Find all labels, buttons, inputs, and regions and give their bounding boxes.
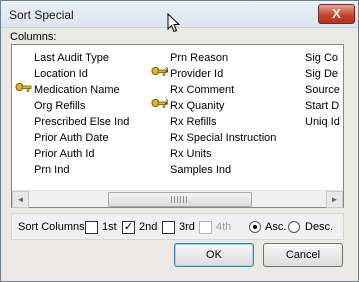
list-item[interactable]: Prior Auth Id: [34, 146, 129, 162]
horizontal-scrollbar[interactable]: ◄ ►: [12, 190, 343, 208]
asc-radio[interactable]: [249, 221, 261, 233]
list-item[interactable]: Sig Co: [305, 50, 340, 66]
sort-1st-checkbox[interactable]: [85, 221, 98, 234]
scroll-right-button[interactable]: ►: [326, 191, 343, 208]
window-title: Sort Special: [9, 8, 74, 22]
check-mark-icon: ✓: [123, 221, 134, 233]
key-icon: 2: [151, 99, 169, 108]
list-item[interactable]: Rx Quanity: [170, 98, 276, 114]
ok-button[interactable]: OK: [174, 243, 254, 267]
sort-1st-label: 1st: [102, 221, 117, 233]
list-item[interactable]: Provider Id: [170, 66, 276, 82]
list-item[interactable]: Samples Ind: [170, 162, 276, 178]
list-item[interactable]: Uniq Id: [305, 114, 340, 130]
key-icon: 3: [151, 67, 169, 76]
close-button[interactable]: X: [318, 4, 355, 24]
list-item[interactable]: Location Id: [34, 66, 129, 82]
list-item[interactable]: Medication Name: [34, 82, 129, 98]
sort-3rd-checkbox[interactable]: [162, 221, 175, 234]
sort-3rd-label: 3rd: [179, 221, 195, 233]
desc-label: Desc.: [305, 221, 334, 233]
sort-2nd-label: 2nd: [139, 221, 158, 233]
sort-columns-bar: Sort Columns: 1st ✓ 2nd 3rd 4th Asc. Des…: [11, 213, 344, 240]
desc-radio[interactable]: [288, 221, 300, 233]
scroll-left-button[interactable]: ◄: [12, 191, 29, 208]
list-item[interactable]: Rx Units: [170, 146, 276, 162]
columns-label: Columns:: [10, 31, 57, 43]
asc-label: Asc.: [265, 221, 287, 233]
column-group-1: Last Audit Type Location Id Medication N…: [34, 50, 129, 178]
list-item[interactable]: Last Audit Type: [34, 50, 129, 66]
list-item[interactable]: Org Refills: [34, 98, 129, 114]
sort-columns-label: Sort Columns:: [18, 221, 88, 233]
key-icon: [15, 83, 32, 92]
key-badge: 2: [165, 100, 169, 106]
list-item[interactable]: Rx Refills: [170, 114, 276, 130]
list-item[interactable]: Source: [305, 82, 340, 98]
mouse-pointer-icon: [167, 13, 181, 33]
list-item[interactable]: Sig De: [305, 66, 340, 82]
list-item[interactable]: Prior Auth Date: [34, 130, 129, 146]
sort-4th-checkbox: [199, 221, 212, 234]
sort-4th-label: 4th: [216, 221, 232, 233]
sort-2nd-checkbox[interactable]: ✓: [122, 221, 135, 234]
column-group-2: Prn Reason Provider Id Rx Comment Rx Qua…: [170, 50, 276, 178]
list-item[interactable]: Rx Comment: [170, 82, 276, 98]
columns-list[interactable]: 3 2 Last Audit Type Location Id Medicati…: [11, 44, 344, 208]
list-item[interactable]: Prescribed Else Ind: [34, 114, 129, 130]
list-item[interactable]: Start D: [305, 98, 340, 114]
key-badge: 3: [165, 68, 169, 74]
list-item[interactable]: Rx Special Instruction: [170, 130, 276, 146]
cancel-button[interactable]: Cancel: [263, 243, 343, 267]
column-group-3: Sig Co Sig De Source Start D Uniq Id: [305, 50, 340, 130]
scrollbar-thumb[interactable]: [108, 192, 252, 207]
list-item[interactable]: Prn Reason: [170, 50, 276, 66]
grip-icon: [171, 196, 189, 203]
list-item[interactable]: Prn Ind: [34, 162, 129, 178]
